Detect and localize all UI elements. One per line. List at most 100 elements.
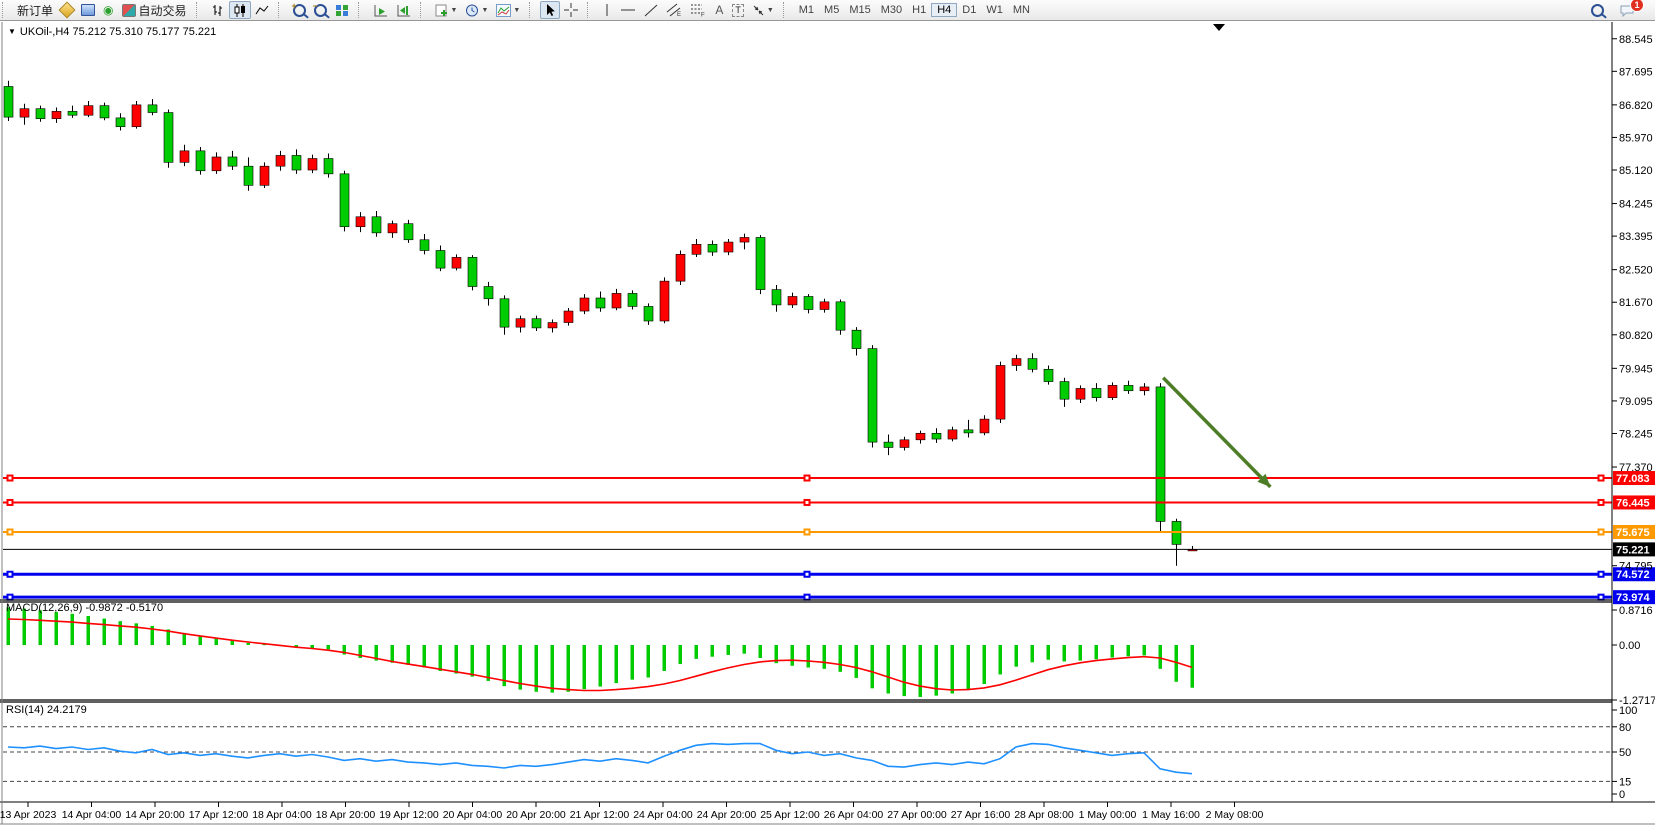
new-chart-button[interactable]: ▼ — [431, 1, 462, 19]
candle — [20, 109, 29, 117]
auto-scroll-icon — [373, 4, 388, 17]
candle — [612, 293, 621, 308]
time-label: 19 Apr 12:00 — [379, 809, 439, 821]
metaeditor-icon — [59, 2, 76, 19]
candle — [532, 319, 541, 328]
chart-shift-icon — [396, 4, 411, 17]
svg-text:88.545: 88.545 — [1619, 34, 1653, 46]
crosshair-tool-button[interactable] — [560, 1, 582, 19]
crosshair-icon — [564, 3, 578, 17]
candle — [324, 159, 333, 174]
tab-m5[interactable]: M5 — [819, 4, 844, 16]
metaeditor-button[interactable] — [57, 1, 77, 19]
candle — [676, 254, 685, 281]
auto-trading-icon — [122, 4, 136, 17]
svg-text:84.245: 84.245 — [1619, 199, 1653, 211]
tile-windows-button[interactable] — [331, 1, 353, 19]
search-button[interactable] — [1587, 1, 1608, 19]
hosting-button[interactable] — [77, 1, 99, 19]
tab-d1[interactable]: D1 — [957, 4, 981, 16]
candle — [692, 244, 701, 254]
symbol-dropdown-icon[interactable]: ▼ — [8, 27, 16, 36]
shapes-tool-button[interactable]: ▼ — [748, 1, 778, 19]
horizontal-lines[interactable]: 77.083 76.445 75.675 75.221 74.572 73.974 — [3, 471, 1655, 604]
svg-text:73.974: 73.974 — [1616, 592, 1651, 604]
cursor-tool-button[interactable] — [540, 1, 560, 19]
chart-bars-button[interactable] — [207, 1, 229, 19]
candle — [1108, 385, 1117, 397]
candle — [884, 442, 893, 447]
fibonacci-tool-button[interactable]: F — [686, 1, 710, 19]
candle — [1156, 387, 1165, 522]
horizontal-line[interactable]: 75.675 — [3, 525, 1655, 539]
trendline-tool-button[interactable] — [640, 1, 662, 19]
candle — [308, 159, 317, 170]
zoom-in-button[interactable]: + — [289, 1, 310, 19]
broadcast-icon: ◉ — [103, 4, 113, 16]
candle — [228, 157, 237, 166]
auto-scroll-button[interactable] — [369, 1, 392, 19]
text-tool-button[interactable]: A — [710, 1, 728, 19]
time-label: 26 Apr 04:00 — [824, 809, 884, 821]
tab-w1[interactable]: W1 — [981, 4, 1008, 16]
chat-button[interactable]: 1 — [1616, 1, 1639, 19]
candle — [196, 151, 205, 171]
candle — [964, 430, 973, 433]
candle — [516, 319, 525, 327]
indicators-menu-button[interactable]: ▼ — [492, 1, 524, 19]
tab-h4[interactable]: H4 — [931, 3, 957, 17]
candle — [772, 290, 781, 305]
candle — [372, 217, 381, 233]
candle — [1044, 369, 1053, 381]
channel-tool-button[interactable]: E — [662, 1, 686, 19]
new-order-button[interactable]: 新订单 — [13, 1, 57, 19]
periods-menu-button[interactable]: ▼ — [461, 1, 492, 19]
time-scale[interactable]: 13 Apr 202314 Apr 04:0014 Apr 20:0017 Ap… — [0, 802, 1264, 821]
candle — [404, 224, 413, 240]
indicators-dropdown-icon[interactable]: ▼ — [513, 7, 520, 14]
candle — [644, 306, 653, 321]
tab-m1[interactable]: M1 — [794, 4, 819, 16]
auto-trading-button[interactable]: 自动交易 — [118, 1, 191, 19]
price-scale[interactable]: 88.54587.69586.82085.97085.12084.24583.3… — [1612, 34, 1655, 801]
tab-m30[interactable]: M30 — [876, 4, 907, 16]
candle — [132, 105, 141, 127]
zoom-out-button[interactable]: − — [310, 1, 331, 19]
time-label: 20 Apr 04:00 — [443, 809, 503, 821]
chart-shift-button[interactable] — [392, 1, 415, 19]
label-tool-button[interactable]: T — [728, 1, 748, 19]
horizontal-line[interactable]: 74.572 — [3, 567, 1655, 581]
time-label: 1 May 16:00 — [1142, 809, 1200, 821]
horizontal-line[interactable]: 75.221 — [3, 542, 1655, 556]
chart-shift-marker-icon[interactable] — [1213, 24, 1225, 31]
candle — [740, 237, 749, 242]
chart-canvas: 77.08376.44575.67575.22174.57273.97488.5… — [0, 0, 1655, 825]
symbol-ohlc-text: UKOil-,H4 75.212 75.310 75.177 75.221 — [20, 26, 216, 38]
candle — [1060, 382, 1069, 400]
indicators-icon — [496, 4, 511, 17]
tab-h1[interactable]: H1 — [907, 4, 931, 16]
tab-mn[interactable]: MN — [1008, 4, 1035, 16]
shapes-dropdown-icon[interactable]: ▼ — [767, 7, 774, 14]
candle — [68, 111, 77, 115]
candle — [148, 105, 157, 113]
time-label: 2 May 08:00 — [1206, 809, 1264, 821]
svg-text:78.245: 78.245 — [1619, 428, 1653, 440]
new-chart-dropdown-icon[interactable]: ▼ — [451, 7, 458, 14]
trend-arrow[interactable] — [1163, 378, 1270, 487]
chart-candles-button[interactable] — [229, 1, 251, 19]
candle — [580, 298, 589, 311]
time-label: 14 Apr 04:00 — [62, 809, 122, 821]
horizontal-line-tool-button[interactable] — [616, 1, 640, 19]
candle — [388, 224, 397, 233]
svg-text:75.221: 75.221 — [1616, 544, 1650, 556]
tab-m15[interactable]: M15 — [844, 4, 875, 16]
horizontal-line[interactable]: 77.083 — [3, 471, 1655, 485]
candle — [708, 244, 717, 252]
vertical-line-tool-button[interactable] — [598, 1, 616, 19]
periods-dropdown-icon[interactable]: ▼ — [481, 7, 488, 14]
candle — [1076, 388, 1085, 399]
signals-button[interactable]: ◉ — [99, 1, 117, 19]
horizontal-line[interactable]: 76.445 — [3, 495, 1655, 509]
chart-line-button[interactable] — [251, 1, 273, 19]
